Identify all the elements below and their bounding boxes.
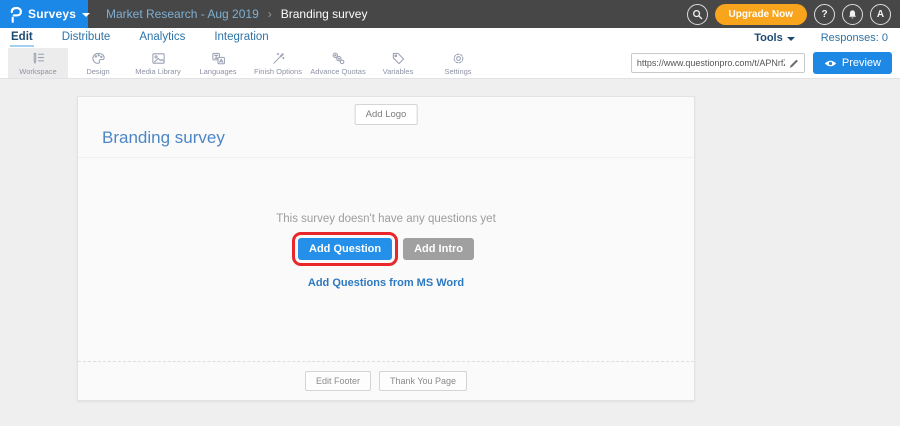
magic-wand-icon: [271, 51, 286, 66]
breadcrumb-parent[interactable]: Market Research - Aug 2019: [106, 7, 259, 21]
nav-tabs: Edit Distribute Analytics Integration: [10, 29, 270, 47]
breadcrumb-separator: ›: [268, 7, 272, 21]
search-icon: [692, 9, 703, 20]
question-actions: Add Question Add Intro: [78, 238, 694, 260]
toolbar-item-label: Variables: [383, 67, 414, 76]
survey-url-box: [631, 53, 805, 73]
survey-card-footer: Edit Footer Thank You Page: [78, 361, 694, 400]
help-button[interactable]: ?: [814, 4, 835, 25]
toolbar-item-languages[interactable]: Languages: [188, 48, 248, 78]
languages-icon: [211, 51, 226, 66]
upgrade-now-button[interactable]: Upgrade Now: [715, 4, 807, 25]
toolbar-item-design[interactable]: Design: [68, 48, 128, 78]
preview-button[interactable]: Preview: [813, 52, 892, 74]
tools-menu[interactable]: Tools: [754, 32, 795, 44]
toolbar-item-advance-quotas[interactable]: Advance Quotas: [308, 48, 368, 78]
edit-footer-button[interactable]: Edit Footer: [305, 371, 371, 391]
breadcrumb: Market Research - Aug 2019 › Branding su…: [106, 7, 367, 21]
survey-card-body: This survey doesn't have any questions y…: [78, 213, 694, 291]
tab-analytics[interactable]: Analytics: [138, 29, 186, 47]
tab-edit[interactable]: Edit: [10, 29, 34, 47]
survey-url-input[interactable]: [637, 58, 785, 68]
toolbar-item-settings[interactable]: Settings: [428, 48, 488, 78]
add-questions-ms-word-link[interactable]: Add Questions from MS Word: [308, 277, 464, 289]
workspace-icon: [31, 51, 46, 66]
toolbar-item-workspace[interactable]: Workspace: [8, 48, 68, 78]
survey-nav-bar: Edit Distribute Analytics Integration To…: [0, 28, 900, 48]
bell-icon: [847, 9, 858, 20]
survey-card-header: Add Logo Branding survey: [78, 97, 694, 158]
settings-gear-icon: [451, 51, 466, 66]
media-library-icon: [151, 51, 166, 66]
toolbar-item-label: Advance Quotas: [310, 67, 365, 76]
product-label: Surveys: [28, 7, 76, 21]
workspace-area: Add Logo Branding survey This survey doe…: [0, 79, 900, 426]
surveys-menu[interactable]: Surveys: [0, 0, 88, 28]
caret-down-icon: [82, 13, 90, 17]
caret-down-icon: [787, 37, 795, 41]
survey-title[interactable]: Branding survey: [102, 128, 225, 148]
questionpro-logo-icon: [9, 6, 22, 23]
toolbar-item-variables[interactable]: Variables: [368, 48, 428, 78]
breadcrumb-current: Branding survey: [281, 7, 368, 21]
navbar-right: Tools Responses: 0: [754, 32, 890, 44]
avatar[interactable]: A: [870, 4, 891, 25]
edit-toolbar: Workspace Design Media Library Languages: [0, 48, 900, 79]
toolbar-item-label: Design: [86, 67, 109, 76]
variables-tag-icon: [391, 51, 406, 66]
quotas-chain-icon: [331, 51, 346, 66]
toolbar-right: Preview: [631, 48, 900, 78]
topbar-actions: Upgrade Now ? A: [687, 4, 900, 25]
survey-card: Add Logo Branding survey This survey doe…: [77, 96, 695, 401]
add-intro-button[interactable]: Add Intro: [403, 238, 474, 260]
toolbar-item-label: Finish Options: [254, 67, 302, 76]
edit-url-icon[interactable]: [788, 58, 799, 69]
tab-distribute[interactable]: Distribute: [61, 29, 112, 47]
design-palette-icon: [91, 51, 106, 66]
tab-integration[interactable]: Integration: [213, 29, 269, 47]
add-question-button[interactable]: Add Question: [298, 238, 392, 260]
notifications-button[interactable]: [842, 4, 863, 25]
toolbar-item-media-library[interactable]: Media Library: [128, 48, 188, 78]
toolbar-item-label: Languages: [199, 67, 236, 76]
eye-icon: [824, 59, 837, 68]
search-button[interactable]: [687, 4, 708, 25]
thank-you-page-button[interactable]: Thank You Page: [379, 371, 467, 391]
empty-survey-message: This survey doesn't have any questions y…: [78, 213, 694, 225]
tools-label: Tools: [754, 32, 783, 44]
toolbar-item-label: Workspace: [19, 67, 56, 76]
top-bar: Surveys Market Research - Aug 2019 › Bra…: [0, 0, 900, 28]
preview-label: Preview: [842, 57, 881, 69]
add-logo-button[interactable]: Add Logo: [355, 104, 418, 125]
responses-count[interactable]: Responses: 0: [821, 32, 888, 44]
toolbar-item-label: Settings: [444, 67, 471, 76]
toolbar-item-label: Media Library: [135, 67, 180, 76]
toolbar-item-finish-options[interactable]: Finish Options: [248, 48, 308, 78]
